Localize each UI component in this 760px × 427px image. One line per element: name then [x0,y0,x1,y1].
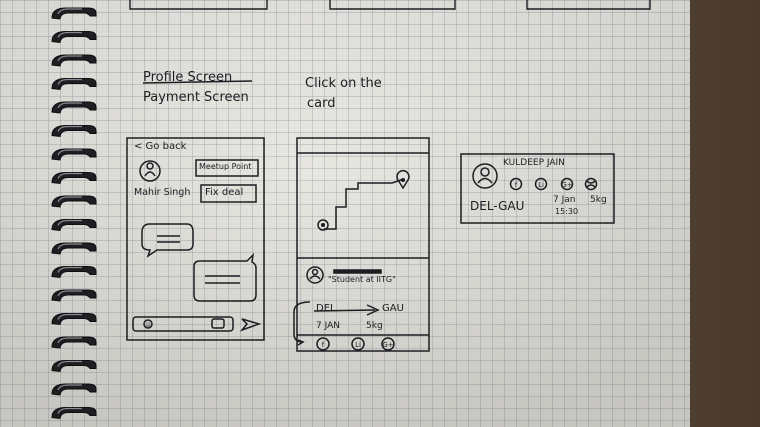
traveller-time: 15:30 [555,207,579,216]
svg-text:☺: ☺ [145,322,150,329]
user-name: Mahir Singh [134,187,191,198]
traveller-name: KULDEEP JAIN [503,158,565,168]
top-wireframes [129,0,651,10]
send-icon [239,318,262,332]
trip-date: 7 JAN [316,321,340,331]
camera-icon [211,318,225,329]
meetup-point-button[interactable]: Meetup Point [199,162,251,171]
sketch-drawing: f Li G+ f Li G+ ☺ [51,0,651,420]
back-link[interactable]: < Go back [134,141,186,152]
chat-bubble-right [193,252,257,302]
route-from: DEL [316,303,336,314]
screen-title: Payment Screen [143,90,249,105]
map-route [324,178,405,230]
dribbble-icon [584,177,598,191]
hint-text-line2: card [307,96,336,111]
traveller-weight: 5kg [590,195,607,205]
struck-title: Profile Screen [143,70,233,85]
fix-deal-button[interactable]: Fix deal [205,187,243,198]
svg-text:f: f [322,341,325,349]
svg-text:G+: G+ [561,181,572,189]
spiral-binding [51,7,97,420]
scribbled-name [333,269,382,274]
card-status: "Student at IITG" [328,275,396,284]
hint-text-line1: Click on the [305,76,382,91]
avatar-icon [139,160,161,182]
photo-scene: f Li G+ f Li G+ ☺ Profile Screen Payment… [0,0,760,427]
map-screen-frame [293,137,430,352]
trip-weight: 5kg [366,321,383,331]
svg-text:Li: Li [538,181,544,189]
route-to: GAU [382,303,404,314]
traveller-route: DEL-GAU [470,199,525,213]
chat-bubble-left [141,223,194,258]
svg-text:Li: Li [355,341,361,349]
svg-text:G+: G+ [382,341,393,349]
traveller-date: 7 Jan [553,195,576,205]
svg-text:f: f [515,181,518,189]
